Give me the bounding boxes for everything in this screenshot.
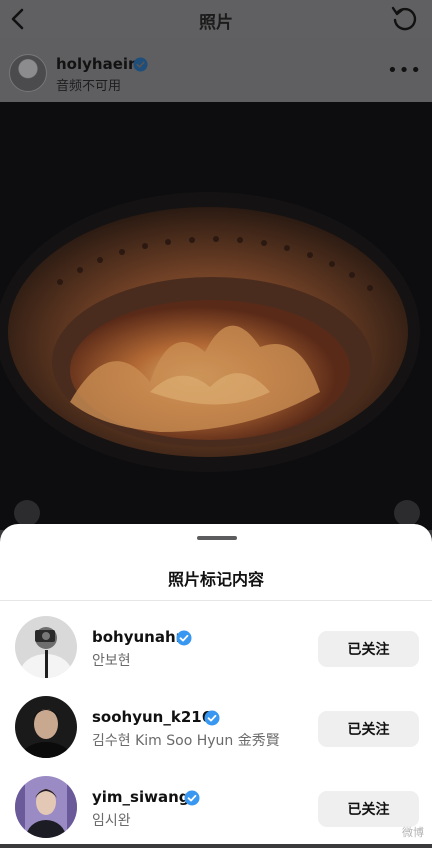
following-button[interactable]: 已关注 xyxy=(318,791,419,827)
tagged-user-row[interactable]: bohyunahn 안보현 已关注 xyxy=(0,608,432,688)
full-name: 안보현 xyxy=(92,653,131,669)
mute-icon[interactable] xyxy=(394,500,420,526)
person-icon[interactable] xyxy=(14,500,40,526)
refresh-icon[interactable] xyxy=(390,4,420,34)
owner-username[interactable]: holyhaein xyxy=(56,55,139,73)
full-name: 임시완 xyxy=(92,813,131,829)
following-button[interactable]: 已关注 xyxy=(318,631,419,667)
post-owner-bar: holyhaein 音频不可用 ••• xyxy=(0,38,432,102)
verified-badge-icon xyxy=(133,57,148,72)
top-nav-bar: 照片 xyxy=(0,0,432,38)
username[interactable]: bohyunahn xyxy=(92,628,186,646)
following-button[interactable]: 已关注 xyxy=(318,711,419,747)
sheet-title: 照片标记内容 xyxy=(167,570,264,589)
tagged-user-row[interactable]: soohyun_k216 김수현 Kim Soo Hyun 金秀賢 已关注 xyxy=(0,688,432,768)
username[interactable]: yim_siwang xyxy=(92,788,190,806)
avatar[interactable] xyxy=(15,776,77,838)
page-title: 照片 xyxy=(199,13,233,33)
post-photo[interactable] xyxy=(0,102,432,530)
username[interactable]: soohyun_k216 xyxy=(92,708,212,726)
watermark: 微博 xyxy=(402,826,424,839)
avatar[interactable] xyxy=(15,616,77,678)
audio-status: 音频不可用 xyxy=(56,79,122,94)
verified-badge-icon xyxy=(176,630,192,646)
tagged-user-row[interactable]: yim_siwang 임시완 已关注 xyxy=(0,768,432,848)
avatar[interactable] xyxy=(15,696,77,758)
fire-pit-image xyxy=(0,102,432,530)
sheet-drag-handle[interactable] xyxy=(197,536,237,540)
verified-badge-icon xyxy=(184,790,200,806)
verified-badge-icon xyxy=(204,710,220,726)
tags-bottom-sheet: 照片标记内容 bohyunahn 안보현 已关注 soohyun_k216 김수… xyxy=(0,524,432,844)
more-icon[interactable]: ••• xyxy=(387,60,422,81)
owner-avatar[interactable] xyxy=(9,54,47,92)
full-name: 김수현 Kim Soo Hyun 金秀賢 xyxy=(92,733,280,749)
divider xyxy=(0,600,432,601)
